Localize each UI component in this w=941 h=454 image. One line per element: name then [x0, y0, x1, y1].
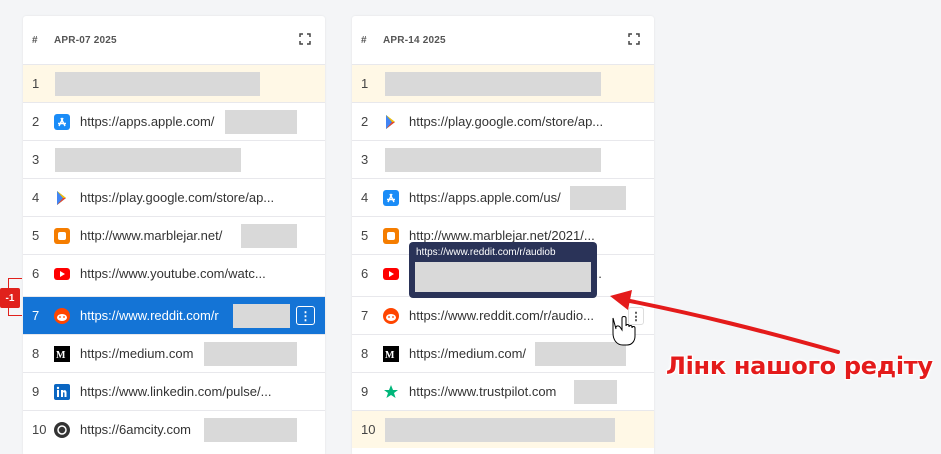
redacted-block: [55, 72, 260, 96]
rank-number: 4: [32, 190, 40, 205]
table-row[interactable]: 6 https://www.youtube.com/watc...: [23, 254, 325, 292]
url-tooltip: https://www.reddit.com/r/audiob: [409, 242, 597, 298]
more-options-icon[interactable]: ⋮: [296, 306, 315, 325]
expand-icon[interactable]: [628, 33, 640, 45]
rank-number: 3: [32, 152, 40, 167]
more-options-icon[interactable]: ⋮: [628, 307, 644, 325]
rank-number: 2: [361, 114, 369, 129]
app-store-icon: [54, 113, 70, 130]
redacted-block: [574, 380, 617, 404]
ranking-panel-apr-14: # APR-14 2025 1 2 https://play.google.co…: [352, 16, 654, 454]
url-link[interactable]: https://play.google.com/store/ap...: [80, 190, 274, 205]
6amcity-icon: [54, 421, 70, 438]
reddit-icon: [383, 307, 399, 324]
url-link[interactable]: https://www.trustpilot.com: [409, 384, 556, 399]
blogger-icon: [54, 227, 70, 244]
date-column-header: APR-07 2025: [54, 34, 117, 46]
url-link[interactable]: https://play.google.com/store/ap...: [409, 114, 603, 129]
rank-number: 5: [361, 228, 369, 243]
redacted-block: [241, 224, 297, 248]
redacted-block: [55, 148, 241, 172]
trustpilot-icon: [383, 384, 399, 400]
expand-icon[interactable]: [299, 33, 311, 45]
url-link[interactable]: http://www.marblejar.net/: [80, 228, 222, 243]
table-row[interactable]: 2 https://apps.apple.com/: [23, 102, 325, 140]
table-row[interactable]: 8 M https://medium.com: [23, 334, 325, 372]
table-row-hovered[interactable]: 7 https://www.reddit.com/r/audio... ⋮: [352, 296, 654, 334]
rank-column-header: #: [361, 34, 367, 46]
table-row[interactable]: 1: [23, 64, 325, 102]
panel-header: # APR-07 2025: [23, 16, 325, 64]
rank-number: 8: [32, 346, 40, 361]
rank-column-header: #: [32, 34, 38, 46]
redacted-block: [204, 342, 297, 366]
table-row[interactable]: 4 https://play.google.com/store/ap...: [23, 178, 325, 216]
redacted-block: [415, 262, 591, 292]
table-row[interactable]: 3: [23, 140, 325, 178]
redacted-block: [385, 72, 601, 96]
redacted-block: [204, 418, 297, 442]
url-link[interactable]: http://www.marblejar.net/2021/...: [409, 228, 595, 243]
url-link[interactable]: https://medium.com/: [409, 346, 526, 361]
url-link[interactable]: https://www.reddit.com/r/audio...: [409, 308, 594, 323]
google-play-icon: [54, 190, 70, 206]
ranking-panel-apr-07: # APR-07 2025 1 2 https://apps.apple.com…: [23, 16, 325, 454]
url-link[interactable]: https://www.linkedin.com/pulse/...: [80, 384, 271, 399]
reddit-icon: [54, 307, 70, 324]
table-row[interactable]: 5 http://www.marblejar.net/: [23, 216, 325, 254]
redacted-block: [535, 342, 626, 366]
rank-number: 1: [361, 76, 369, 91]
youtube-icon: [54, 266, 70, 282]
table-row[interactable]: 4 https://apps.apple.com/us/: [352, 178, 654, 216]
svg-text:M: M: [385, 350, 395, 361]
rank-number: 1: [32, 76, 40, 91]
table-row[interactable]: 3: [352, 140, 654, 178]
rank-number: 2: [32, 114, 40, 129]
url-link[interactable]: https://apps.apple.com/us/: [409, 190, 561, 205]
rank-number: 9: [32, 384, 40, 399]
url-link[interactable]: https://www.youtube.com/watc...: [80, 266, 266, 281]
redacted-block: [385, 418, 615, 442]
rank-number: 4: [361, 190, 369, 205]
rank-number: 10: [32, 422, 47, 437]
table-row[interactable]: 2 https://play.google.com/store/ap...: [352, 102, 654, 140]
redacted-block: [233, 304, 290, 328]
svg-text:M: M: [56, 350, 66, 361]
rank-number: 6: [361, 266, 369, 281]
table-row[interactable]: 1: [352, 64, 654, 102]
table-row[interactable]: 8 M https://medium.com/: [352, 334, 654, 372]
redacted-block: [385, 148, 601, 172]
panel-header: # APR-14 2025: [352, 16, 654, 64]
rank-change-badge: -1: [0, 288, 20, 308]
table-row[interactable]: 10: [352, 410, 654, 448]
url-link[interactable]: https://medium.com: [80, 346, 193, 361]
medium-icon: M: [383, 345, 399, 362]
rank-number: 7: [32, 308, 40, 323]
annotation-callout: Лінк нашого редіту: [666, 352, 933, 380]
rank-number: 5: [32, 228, 40, 243]
linkedin-icon: [54, 383, 70, 400]
rank-number: 3: [361, 152, 369, 167]
table-row[interactable]: 9 https://www.trustpilot.com: [352, 372, 654, 410]
app-store-icon: [383, 189, 399, 206]
google-play-icon: [383, 114, 399, 130]
url-link[interactable]: https://6amcity.com: [80, 422, 191, 437]
redacted-block: [570, 186, 626, 210]
url-link[interactable]: https://www.reddit.com/r: [80, 308, 219, 323]
blogger-icon: [383, 227, 399, 244]
redacted-block: [225, 110, 297, 134]
url-link[interactable]: https://apps.apple.com/: [80, 114, 214, 129]
rank-number: 8: [361, 346, 369, 361]
rank-number: 10: [361, 422, 376, 437]
rank-number: 7: [361, 308, 369, 323]
tooltip-text: https://www.reddit.com/r/audiob: [416, 247, 556, 258]
rank-number: 9: [361, 384, 369, 399]
table-row-selected[interactable]: 7 https://www.reddit.com/r ⋮: [23, 296, 325, 334]
rank-number: 6: [32, 266, 40, 281]
youtube-icon: [383, 266, 399, 282]
medium-icon: M: [54, 345, 70, 362]
table-row[interactable]: 10 https://6amcity.com: [23, 410, 325, 448]
date-column-header: APR-14 2025: [383, 34, 446, 46]
table-row[interactable]: 9 https://www.linkedin.com/pulse/...: [23, 372, 325, 410]
